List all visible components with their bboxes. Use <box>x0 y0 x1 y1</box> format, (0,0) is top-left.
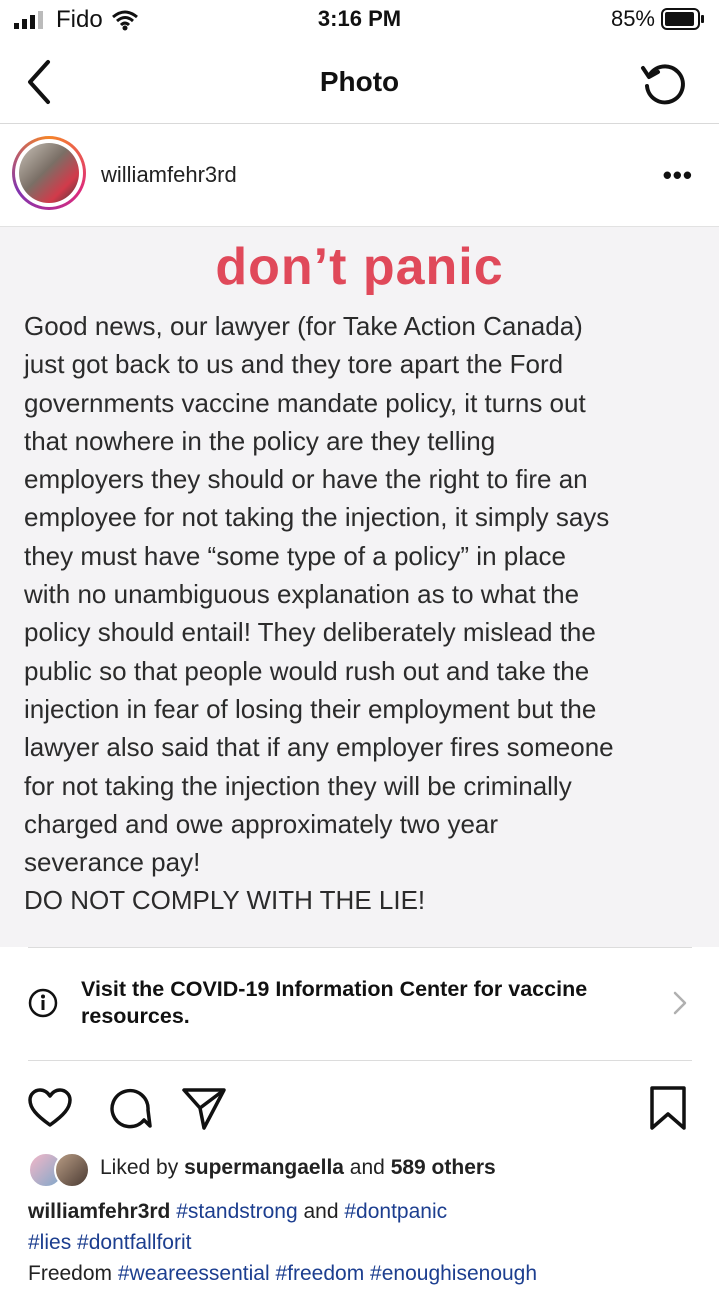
hashtag[interactable]: #dontfallforit <box>77 1231 191 1254</box>
battery-icon <box>661 8 704 30</box>
post-header: williamfehr3rd ••• <box>0 124 719 227</box>
refresh-icon[interactable] <box>639 58 689 108</box>
chevron-right-icon <box>673 991 687 1015</box>
hashtag[interactable]: #weareessential <box>118 1262 270 1285</box>
nav-bar: Photo <box>0 48 719 124</box>
battery: 85% <box>611 6 705 32</box>
heart-icon[interactable] <box>26 1084 74 1132</box>
info-icon <box>28 988 58 1018</box>
caption-line-2: #lies #dontfallforit <box>28 1227 708 1258</box>
liker-avatars <box>28 1152 92 1188</box>
caption-line-3: Freedom #weareessential #freedom #enough… <box>28 1262 538 1285</box>
more-options-icon[interactable]: ••• <box>663 160 693 191</box>
avatar <box>54 1152 90 1188</box>
post-username[interactable]: williamfehr3rd <box>101 162 237 188</box>
covid-info-banner[interactable]: Visit the COVID-19 Information Center fo… <box>28 947 692 1061</box>
photo-heading: don’t panic <box>215 238 504 296</box>
status-bar: Fido 3:16 PM 85% <box>0 0 719 40</box>
share-icon[interactable] <box>180 1084 228 1132</box>
caption-line-1: williamfehr3rd #standstrong and #dontpan… <box>28 1200 448 1223</box>
caption-username[interactable]: williamfehr3rd <box>28 1200 170 1223</box>
photo-text: Good news, our lawyer (for Take Action C… <box>24 311 614 916</box>
hashtag[interactable]: #enoughisenough <box>370 1262 537 1285</box>
hashtag[interactable]: #freedom <box>275 1262 364 1285</box>
likes-count[interactable]: 589 others <box>391 1156 496 1179</box>
likes-text: Liked by supermangaella and 589 others <box>100 1156 496 1179</box>
likes-summary[interactable]: Liked by supermangaella and 589 others <box>28 1150 708 1190</box>
hashtag[interactable]: #lies <box>28 1231 71 1254</box>
comment-icon[interactable] <box>104 1084 152 1132</box>
story-ring[interactable] <box>12 136 86 210</box>
avatar[interactable] <box>19 143 79 203</box>
bookmark-icon[interactable] <box>644 1084 692 1132</box>
liker-username[interactable]: supermangaella <box>184 1156 344 1179</box>
post-photo[interactable]: don’t panic Good news, our lawyer (for T… <box>0 227 719 947</box>
battery-percent: 85% <box>610 6 655 31</box>
page-title: Photo <box>319 66 400 97</box>
hashtag[interactable]: #dontpanic <box>344 1200 447 1223</box>
post-actions <box>0 1074 719 1138</box>
covid-banner-text[interactable]: Visit the COVID-19 Information Center fo… <box>81 976 641 1030</box>
post-caption: williamfehr3rd #standstrong and #dontpan… <box>28 1196 708 1289</box>
hashtag[interactable]: #standstrong <box>176 1200 297 1223</box>
